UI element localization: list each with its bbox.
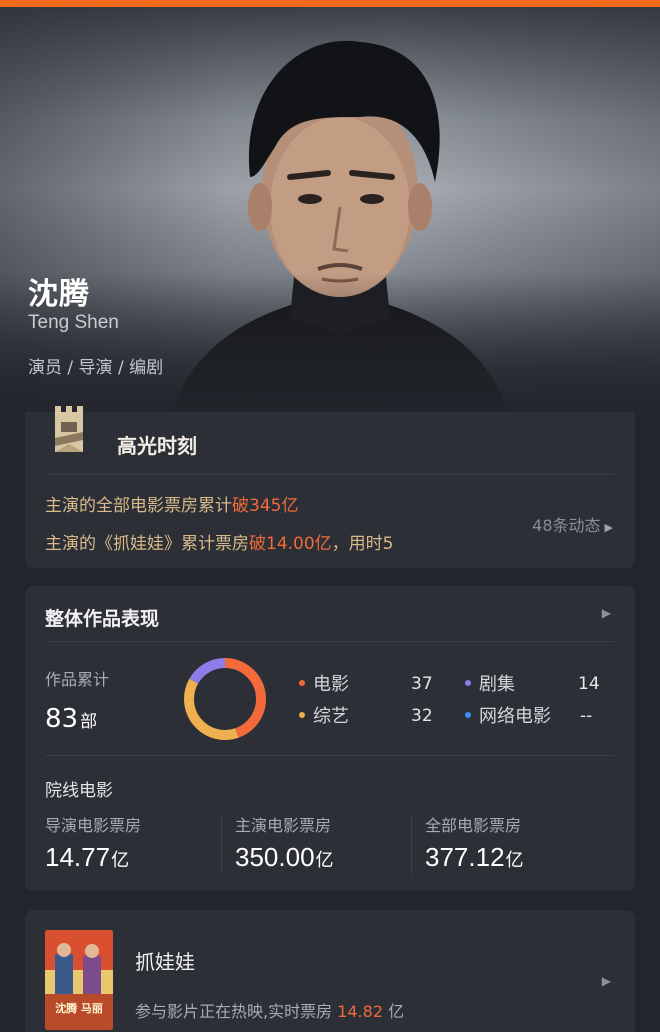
divider [45,641,615,642]
legend-web-movie-value: -- [580,706,593,726]
legend-series-value: 14 [578,674,600,694]
legend-dot [465,712,471,718]
total-box-office-value: 377.12亿 [425,842,524,872]
works-count: 83 部 [45,704,98,734]
works-count-label: 作品累计 [45,670,110,689]
director-box-office-value: 14.77亿 [45,842,130,872]
highlight-line-1: 主演的全部电影票房累计破345亿 [45,496,299,516]
highlight-title: 高光时刻 [117,434,197,458]
director-box-office-label: 导演电影票房 [45,816,142,835]
actor-name-cn: 沈腾 [28,277,90,312]
top-accent-bar [0,0,660,7]
highlight-line-2: 主演的《抓娃娃》累计票房破14.00亿，用时5 [45,534,394,554]
actor-roles: 演员 / 导演 / 编剧 [28,358,164,378]
divider [221,818,222,874]
works-donut-chart [184,658,266,740]
works-title: 整体作品表现 [45,608,160,630]
works-performance-card: 整体作品表现 ▶ 作品累计 83 部 电影 37 剧集 14 综艺 32 网络电影… [25,586,635,891]
highlight-card[interactable]: 高光时刻 主演的全部电影票房累计破345亿 主演的《抓娃娃》累计票房破14.00… [25,406,635,568]
lead-box-office-label: 主演电影票房 [235,816,332,835]
legend-dot [299,712,305,718]
movie-poster: 沈腾 马丽 [45,930,113,1030]
divider [45,474,615,475]
legend-variety: 综艺 [299,702,349,728]
legend-movie-value: 37 [411,674,433,694]
theater-movie-heading: 院线电影 [45,781,113,801]
legend-dot [465,680,471,686]
movie-box-office: 参与影片正在热映,实时票房 14.82 亿 [135,1002,405,1021]
chevron-right-icon[interactable]: ▶ [602,974,611,988]
actor-name-en: Teng Shen [28,312,119,333]
legend-variety-value: 32 [411,706,433,726]
legend-movie: 电影 [299,670,349,696]
castle-icon [55,406,83,452]
legend-dot [299,680,305,686]
total-box-office-label: 全部电影票房 [425,816,522,835]
svg-text:沈腾 马丽: 沈腾 马丽 [55,1001,103,1015]
chevron-right-icon[interactable]: ▶ [602,606,611,620]
movie-title: 抓娃娃 [135,950,195,974]
now-showing-movie-card[interactable]: 沈腾 马丽 抓娃娃 参与影片正在热映,实时票房 14.82 亿 ▶ [25,910,635,1032]
legend-web-movie: 网络电影 [465,702,551,728]
hero-banner: 沈腾 Teng Shen 演员 / 导演 / 编剧 [0,7,660,412]
lead-box-office-value: 350.00亿 [235,842,334,872]
legend-series: 剧集 [465,670,515,696]
chevron-right-icon: ▶ [604,521,613,534]
more-updates-link[interactable]: 48条动态 ▶ [532,512,613,536]
divider [411,818,412,874]
divider [45,755,615,756]
